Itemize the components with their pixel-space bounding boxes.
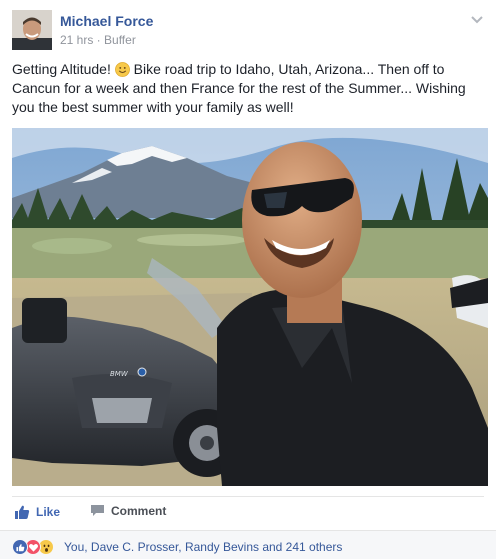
chevron-down-icon[interactable] [470,12,484,24]
post-meta[interactable]: 21 hrs · Buffer [60,33,136,47]
author-avatar[interactable] [12,10,52,50]
comment-label: Comment [111,504,167,518]
reaction-icons[interactable] [12,539,62,555]
svg-text:BMW: BMW [110,370,129,378]
thumbs-up-icon [14,504,30,520]
like-button[interactable]: Like [14,504,60,520]
comment-bubble-icon [90,504,105,518]
reactions-bar: You, Dave C. Prosser, Randy Bevins and 2… [0,530,496,559]
action-bar: Like Comment [12,500,484,526]
like-reaction-icon [12,539,28,555]
post-photo[interactable]: BMW [12,128,488,486]
comment-button[interactable]: Comment [90,504,166,518]
action-divider [12,496,484,497]
selfie-with-motorcycle-image: BMW [12,128,488,486]
post-card: Michael Force 21 hrs · Buffer Getting Al… [0,0,496,559]
post-header: Michael Force 21 hrs · Buffer [12,10,484,50]
post-text: Getting Altitude! Bike road trip to Idah… [12,60,484,117]
smile-emoji-icon [114,62,130,77]
like-label: Like [36,505,61,519]
author-name[interactable]: Michael Force [60,13,153,29]
post-text-part-1: Getting Altitude! [12,61,115,77]
reactions-summary[interactable]: You, Dave C. Prosser, Randy Bevins and 2… [64,540,342,554]
